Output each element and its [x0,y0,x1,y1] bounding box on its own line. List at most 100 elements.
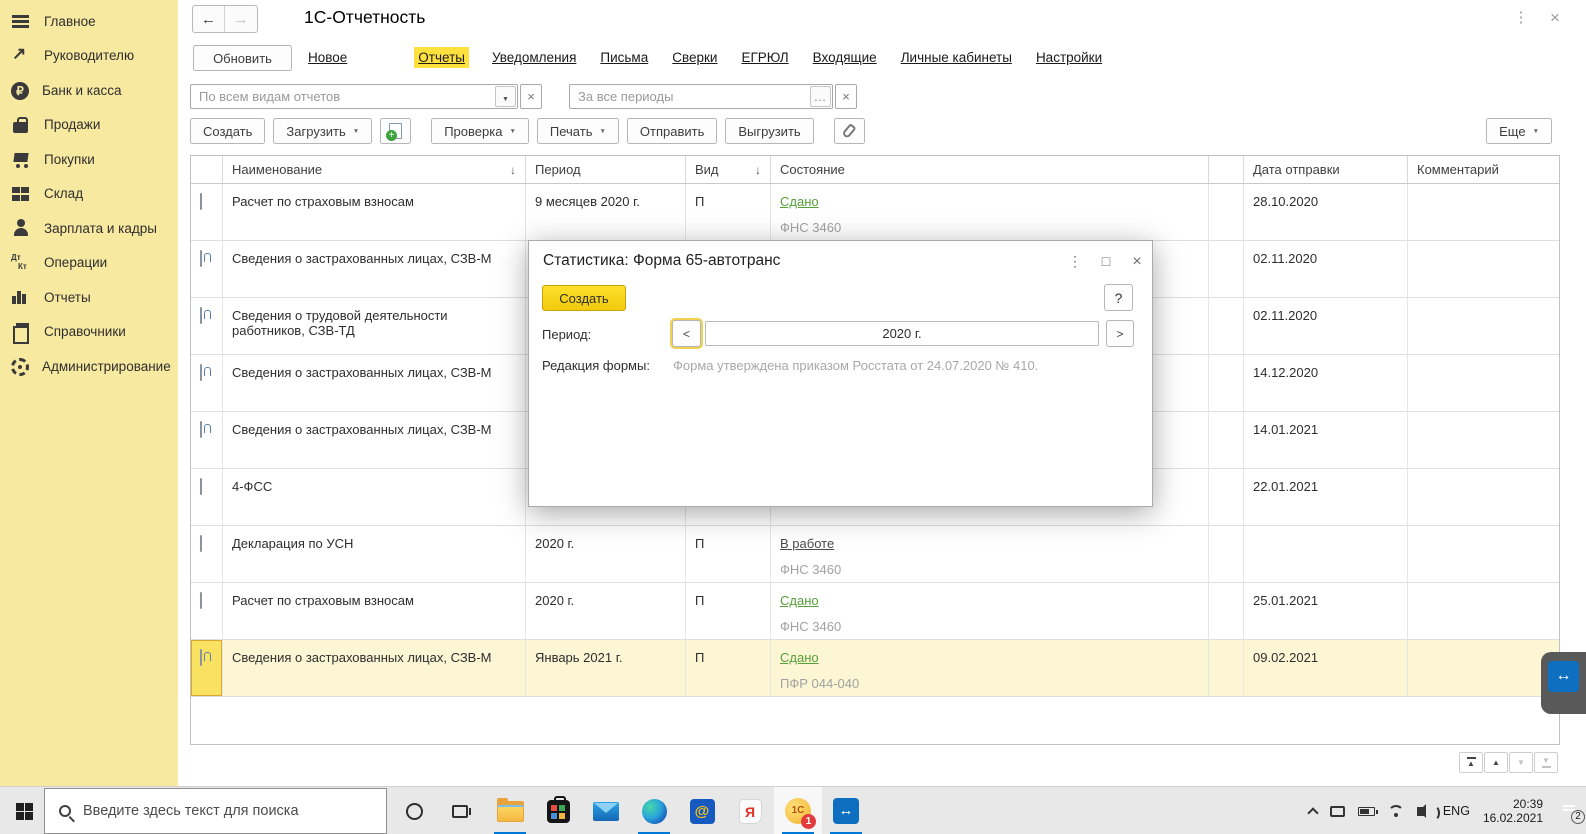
language-indicator[interactable]: ENG [1443,804,1470,818]
report-vid-cell[interactable]: П [686,583,771,640]
report-date-cell[interactable]: 02.11.2020 [1244,241,1408,298]
back-arrow-icon[interactable] [193,6,225,32]
table-row[interactable]: Декларация по УСН 2020 г. П В работе ФНС 346… [191,526,1559,583]
dialog-help-button[interactable]: ? [1104,284,1133,311]
row-icon-cell[interactable] [191,412,223,469]
report-name-cell[interactable]: Сведения о застрахованных лицах, СЗВ-М [223,241,526,298]
row-icon-cell[interactable] [191,469,223,526]
tab-сверки[interactable]: Сверки [671,47,718,68]
report-name-cell[interactable]: Сведения о застрахованных лицах, СЗВ-М [223,640,526,697]
report-period-cell[interactable]: 2020 г. [526,583,686,640]
report-vid-cell[interactable]: П [686,184,771,241]
send-button[interactable]: Отправить [626,118,718,144]
report-period-cell[interactable]: Январь 2021 г. [526,640,686,697]
report-period-cell[interactable]: 2020 г. [526,526,686,583]
row-icon-cell[interactable] [191,526,223,583]
taskbar-file-explorer[interactable] [486,787,534,834]
report-date-cell[interactable]: 14.01.2021 [1244,412,1408,469]
report-comment-cell[interactable] [1408,526,1559,583]
report-date-cell[interactable]: 09.02.2021 [1244,640,1408,697]
report-name-cell[interactable]: Сведения о трудовой деятельности работни… [223,298,526,355]
dialog-period-prev-button[interactable]: < [672,320,701,347]
row-icon-cell[interactable] [191,241,223,298]
report-comment-cell[interactable] [1408,355,1559,412]
go-down-button[interactable] [1509,752,1533,773]
report-name-cell[interactable]: Сведения о застрахованных лицах, СЗВ-М [223,355,526,412]
forward-arrow-icon[interactable] [225,6,257,32]
report-state-cell[interactable]: Сдано ПФР 044-040 [771,640,1209,697]
wifi-icon[interactable] [1388,805,1404,817]
report-state-cell[interactable]: Сдано ФНС 3460 [771,184,1209,241]
go-up-button[interactable] [1484,752,1508,773]
sidebar-item-покупки[interactable]: Покупки [0,142,178,177]
row-icon-cell[interactable] [191,184,223,241]
dialog-create-button[interactable]: Создать [542,285,626,311]
start-button[interactable] [0,787,48,834]
report-period-cell[interactable]: 9 месяцев 2020 г. [526,184,686,241]
state-link[interactable]: Сдано [780,194,819,209]
report-name-cell[interactable]: Декларация по УСН [223,526,526,583]
battery-icon[interactable] [1357,806,1378,816]
dialog-close-icon[interactable] [1127,253,1147,271]
cortana-button[interactable] [390,787,438,834]
report-comment-cell[interactable] [1408,241,1559,298]
clock[interactable]: 20:39 16.02.2021 [1483,797,1543,825]
notification-center-button[interactable]: 2 [1560,801,1585,824]
taskbar-1c-reporting[interactable]: 1С 1 [774,787,822,834]
table-row[interactable]: Расчет по страховым взносам 2020 г. П Сдано… [191,583,1559,640]
header-name[interactable]: Наименование [223,156,526,183]
report-date-cell[interactable]: 14.12.2020 [1244,355,1408,412]
header-icon-column[interactable] [191,156,223,183]
report-vid-cell[interactable]: П [686,640,771,697]
report-comment-cell[interactable] [1408,298,1559,355]
dialog-period-field[interactable]: 2020 г. [705,321,1099,346]
report-comment-cell[interactable] [1408,412,1559,469]
more-button[interactable]: Еще [1486,118,1552,144]
load-button[interactable]: Загрузить [273,118,373,144]
tab-письма[interactable]: Письма [599,47,649,68]
header-state[interactable]: Состояние [771,156,1209,183]
teamviewer-side-panel[interactable]: ↔ [1541,652,1586,714]
row-icon-cell[interactable] [191,640,223,697]
report-date-cell[interactable] [1244,526,1408,583]
window-close-icon[interactable] [1544,8,1566,28]
header-vid[interactable]: Вид [686,156,771,183]
report-name-cell[interactable]: 4-ФСС [223,469,526,526]
sidebar-item-зарплата-и-кадры[interactable]: Зарплата и кадры [0,211,178,246]
dialog-maximize-icon[interactable] [1096,253,1116,269]
export-button[interactable]: Выгрузить [725,118,814,144]
chevron-up-icon[interactable] [1307,806,1319,819]
header-period[interactable]: Период [526,156,686,183]
search-input[interactable]: Введите здесь текст для поиска [44,788,387,834]
report-state-cell[interactable]: В работе ФНС 3460 [771,526,1209,583]
state-link[interactable]: Сдано [780,650,819,665]
go-bottom-button[interactable] [1534,752,1558,773]
tab-уведомления[interactable]: Уведомления [491,47,577,68]
report-date-cell[interactable]: 22.01.2021 [1244,469,1408,526]
report-comment-cell[interactable] [1408,583,1559,640]
taskbar-edge[interactable] [630,787,678,834]
task-view-button[interactable] [436,787,484,834]
taskbar-mail[interactable] [582,787,630,834]
sidebar-item-главное[interactable]: Главное [0,4,178,39]
report-comment-cell[interactable] [1408,640,1559,697]
taskbar-microsoft-store[interactable] [534,787,582,834]
state-link[interactable]: В работе [780,536,834,551]
report-name-cell[interactable]: Сведения о застрахованных лицах, СЗВ-М [223,412,526,469]
report-comment-cell[interactable] [1408,184,1559,241]
go-top-button[interactable] [1459,752,1483,773]
tab-личные-кабинеты[interactable]: Личные кабинеты [900,47,1013,68]
print-button[interactable]: Печать [536,118,619,144]
report-name-cell[interactable]: Расчет по страховым взносам [223,184,526,241]
sidebar-item-склад[interactable]: Склад [0,177,178,212]
report-date-cell[interactable]: 25.01.2021 [1244,583,1408,640]
display-icon[interactable] [1329,805,1345,817]
sidebar-item-операции[interactable]: Дт Кт Операции [0,246,178,281]
table-row[interactable]: Сведения о застрахованных лицах, СЗВ-М Ян… [191,640,1559,697]
row-icon-cell[interactable] [191,583,223,640]
check-button[interactable]: Проверка [431,118,529,144]
dialog-period-next-button[interactable]: > [1106,320,1134,347]
sidebar-item-банк-и-касса[interactable]: ₽ Банк и касса [0,73,178,108]
sidebar-item-отчеты[interactable]: Отчеты [0,280,178,315]
load-from-file-button[interactable] [380,118,412,144]
